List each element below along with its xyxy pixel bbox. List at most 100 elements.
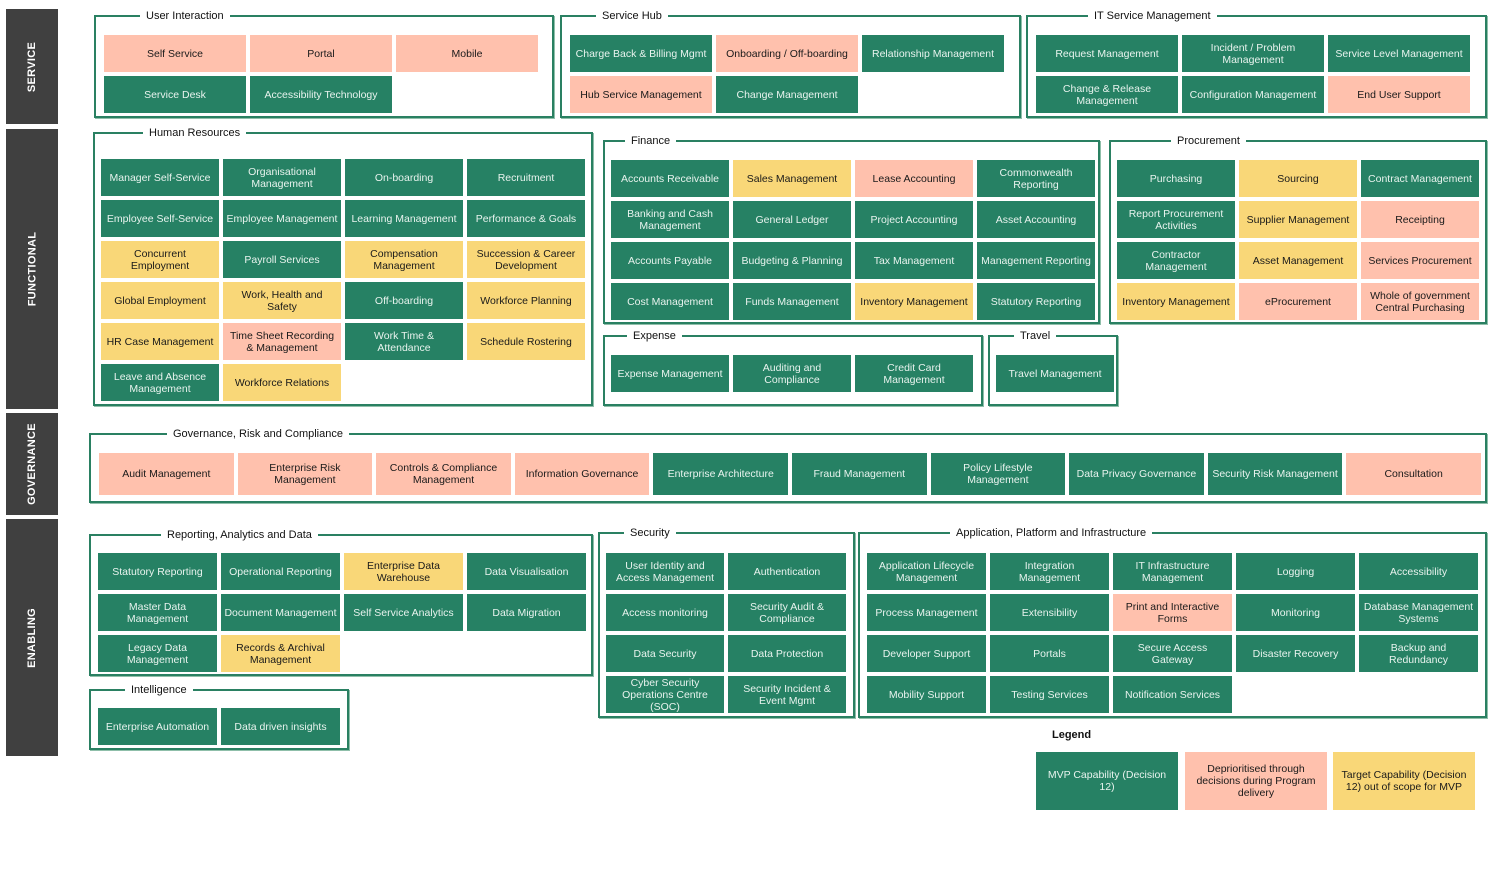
capability-leave-and-absence-management: Leave and Absence Management xyxy=(101,364,219,401)
capability-logging: Logging xyxy=(1236,553,1355,590)
capability-accounts-payable: Accounts Payable xyxy=(611,242,729,279)
capability-hub-service-management: Hub Service Management xyxy=(570,76,712,113)
capability-grid: Purchasing Sourcing Contract Management Rep… xyxy=(1117,160,1479,320)
capability-grid: Audit Management Enterprise Risk Manageme… xyxy=(99,453,1481,495)
capability-enterprise-automation: Enterprise Automation xyxy=(98,708,217,745)
capability-consultation: Consultation xyxy=(1346,453,1481,495)
capability-end-user-support: End User Support xyxy=(1328,76,1470,113)
capability-secure-access-gateway: Secure Access Gateway xyxy=(1113,635,1232,672)
capability-authentication: Authentication xyxy=(728,553,846,590)
capability-mobility-support: Mobility Support xyxy=(867,676,986,713)
group-title: Human Resources xyxy=(143,125,247,141)
group-it-service-management: IT Service Management Request Management I… xyxy=(1026,8,1487,118)
capability-mobile: Mobile xyxy=(396,35,538,72)
capability-learning-management: Learning Management xyxy=(345,200,463,237)
group-reporting-analytics-data: Reporting, Analytics and Data Statutory R… xyxy=(89,527,593,676)
capability-grid: User Identity and Access Management Authe… xyxy=(606,553,846,713)
layer-functional: FUNCTIONAL xyxy=(6,129,58,409)
capability-backup-and-redundancy: Backup and Redundancy xyxy=(1359,635,1478,672)
layer-service: SERVICE xyxy=(6,9,58,124)
capability-eprocurement: eProcurement xyxy=(1239,283,1357,320)
capability-contract-management: Contract Management xyxy=(1361,160,1479,197)
capability-supplier-management: Supplier Management xyxy=(1239,201,1357,238)
capability-accounts-receivable: Accounts Receivable xyxy=(611,160,729,197)
capability-enterprise-risk-management: Enterprise Risk Management xyxy=(237,453,373,495)
layer-label: ENABLING xyxy=(26,607,38,668)
capability-funds-management: Funds Management xyxy=(733,283,851,320)
capability-concurrent-employment: Concurrent Employment xyxy=(101,241,219,278)
capability-organisational-management: Organisational Management xyxy=(223,159,341,196)
capability-security-audit-compliance: Security Audit & Compliance xyxy=(728,594,846,631)
capability-sourcing: Sourcing xyxy=(1239,160,1357,197)
capability-master-data-management: Master Data Management xyxy=(98,594,217,631)
capability-fraud-management: Fraud Management xyxy=(791,453,927,495)
capability-report-procurement-activities: Report Procurement Activities xyxy=(1117,201,1235,238)
capability-process-management: Process Management xyxy=(867,594,986,631)
capability-notification-services: Notification Services xyxy=(1113,676,1232,713)
capability-grid: Enterprise Automation Data driven insight… xyxy=(98,708,340,745)
capability-relationship-management: Relationship Management xyxy=(862,35,1004,72)
capability-monitoring: Monitoring xyxy=(1236,594,1355,631)
capability-controls-compliance-management: Controls & Compliance Management xyxy=(376,453,511,495)
capability-enterprise-data-warehouse: Enterprise Data Warehouse xyxy=(344,553,463,590)
capability-schedule-rostering: Schedule Rostering xyxy=(467,323,585,360)
capability-off-boarding: Off-boarding xyxy=(345,282,463,319)
capability-general-ledger: General Ledger xyxy=(733,201,851,238)
legend-title: Legend xyxy=(1052,729,1092,741)
capability-service-level-management: Service Level Management xyxy=(1328,35,1470,72)
capability-charge-back-billing-mgmt: Charge Back & Billing Mgmt xyxy=(570,35,712,72)
capability-information-governance: Information Governance xyxy=(514,453,650,495)
capability-document-management: Document Management xyxy=(221,594,340,631)
capability-grid: Statutory Reporting Operational Reporting… xyxy=(98,553,586,672)
layer-label: GOVERNANCE xyxy=(26,423,38,505)
capability-contractor-management: Contractor Management xyxy=(1117,242,1235,279)
capability-inventory-management: Inventory Management xyxy=(855,283,973,320)
capability-security-incident-event-mgmt: Security Incident & Event Mgmt xyxy=(728,676,846,713)
group-title: Intelligence xyxy=(125,682,193,698)
group-title: Travel xyxy=(1014,328,1057,344)
capability-cost-management: Cost Management xyxy=(611,283,729,320)
capability-application-lifecycle-management: Application Lifecycle Management xyxy=(867,553,986,590)
capability-data-driven-insights: Data driven insights xyxy=(221,708,340,745)
capability-expense-management: Expense Management xyxy=(611,355,729,392)
capability-enterprise-architecture: Enterprise Architecture xyxy=(653,453,788,495)
capability-lease-accounting: Lease Accounting xyxy=(855,160,973,197)
capability-disaster-recovery: Disaster Recovery xyxy=(1236,635,1355,672)
capability-travel-management: Travel Management xyxy=(996,355,1114,392)
capability-recruitment: Recruitment xyxy=(467,159,585,196)
capability-request-management: Request Management xyxy=(1036,35,1178,72)
capability-hr-case-management: HR Case Management xyxy=(101,323,219,360)
capability-budgeting-planning: Budgeting & Planning xyxy=(733,242,851,279)
capability-integration-management: Integration Management xyxy=(990,553,1109,590)
capability-employee-management: Employee Management xyxy=(223,200,341,237)
capability-operational-reporting: Operational Reporting xyxy=(221,553,340,590)
capability-change-release-management: Change & Release Management xyxy=(1036,76,1178,113)
group-procurement: Procurement Purchasing Sourcing Contract Ma… xyxy=(1109,133,1487,324)
group-title: User Interaction xyxy=(140,8,230,24)
capability-payroll-services: Payroll Services xyxy=(223,241,341,278)
capability-grid: Expense Management Auditing and Complianc… xyxy=(611,355,973,392)
capability-database-management-systems: Database Management Systems xyxy=(1359,594,1478,631)
capability-time-sheet-recording-management: Time Sheet Recording & Management xyxy=(223,323,341,360)
capability-grid: Manager Self-Service Organisational Manag… xyxy=(101,159,585,401)
capability-legacy-data-management: Legacy Data Management xyxy=(98,635,217,672)
capability-extensibility: Extensibility xyxy=(990,594,1109,631)
capability-auditing-and-compliance: Auditing and Compliance xyxy=(733,355,851,392)
capability-data-privacy-governance: Data Privacy Governance xyxy=(1069,453,1204,495)
capability-whole-of-government-central-purchasing: Whole of government Central Purchasing xyxy=(1361,283,1479,320)
capability-data-protection: Data Protection xyxy=(728,635,846,672)
capability-grid: Application Lifecycle Management Integrat… xyxy=(867,553,1478,713)
capability-management-reporting: Management Reporting xyxy=(977,242,1095,279)
capability-banking-and-cash-management: Banking and Cash Management xyxy=(611,201,729,238)
legend-mvp-capability: MVP Capability (Decision 12) xyxy=(1036,752,1178,810)
capability-records-archival-management: Records & Archival Management xyxy=(221,635,340,672)
capability-tax-management: Tax Management xyxy=(855,242,973,279)
capability-user-identity-and-access-management: User Identity and Access Management xyxy=(606,553,724,590)
layer-label: SERVICE xyxy=(25,41,38,92)
layer-governance: GOVERNANCE xyxy=(6,413,58,515)
group-title: Governance, Risk and Compliance xyxy=(167,426,349,442)
legend-target-capability: Target Capability (Decision 12) out of s… xyxy=(1333,752,1475,810)
group-finance: Finance Accounts Receivable Sales Manageme… xyxy=(603,133,1100,324)
group-title: Service Hub xyxy=(596,8,668,24)
capability-portals: Portals xyxy=(990,635,1109,672)
